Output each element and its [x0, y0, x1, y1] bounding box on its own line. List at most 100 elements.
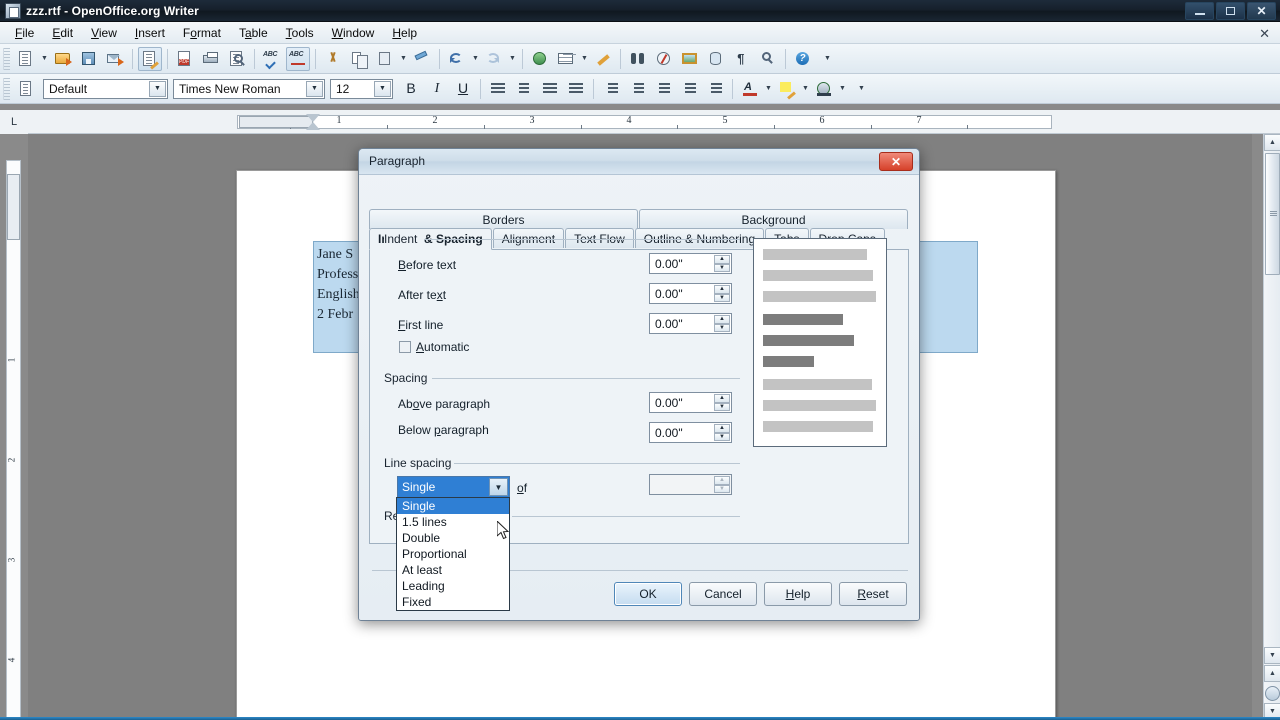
unordered-list-icon[interactable] — [625, 77, 649, 101]
tab-stop-selector[interactable]: L — [0, 110, 28, 134]
dropdown-option-fixed[interactable]: Fixed — [397, 594, 509, 610]
tab-borders[interactable]: Borders — [369, 209, 638, 229]
autospellcheck-icon[interactable]: ABC — [286, 47, 310, 71]
dropdown-option-leading[interactable]: Leading — [397, 578, 509, 594]
dropdown-option-at-least[interactable]: At least — [397, 562, 509, 578]
after-text-down-icon[interactable]: ▼ — [714, 294, 730, 303]
first-line-indent-marker[interactable] — [306, 114, 320, 122]
italic-button[interactable]: I — [425, 77, 449, 101]
new-document-icon[interactable] — [14, 47, 38, 71]
new-document-dropdown-icon[interactable]: ▼ — [39, 47, 50, 71]
first-line-down-icon[interactable]: ▼ — [714, 324, 730, 333]
navigator-icon[interactable] — [652, 47, 676, 71]
background-color-dropdown-icon[interactable]: ▼ — [837, 77, 848, 101]
print-preview-icon[interactable] — [225, 47, 249, 71]
help-button[interactable]: Help — [764, 582, 832, 606]
dropdown-option-1-5-lines[interactable]: 1.5 lines — [397, 514, 509, 530]
open-icon[interactable] — [51, 47, 75, 71]
zoom-icon[interactable] — [756, 47, 780, 71]
tab-outline-and-numbering[interactable]: Outline & Numbering — [635, 228, 764, 248]
menu-table[interactable]: Table — [230, 23, 277, 43]
navigation-button[interactable] — [1265, 686, 1280, 701]
scrollbar-thumb[interactable] — [1265, 153, 1280, 275]
email-icon[interactable] — [103, 47, 127, 71]
first-line-spinner[interactable]: 0.00" ▲▼ — [649, 313, 732, 334]
cut-icon[interactable] — [321, 47, 345, 71]
decrease-indent-icon[interactable] — [651, 77, 675, 101]
below-paragraph-up-icon[interactable]: ▲ — [714, 424, 730, 433]
close-document-button[interactable]: ✕ — [1259, 26, 1270, 42]
table-dropdown-icon[interactable]: ▼ — [579, 47, 590, 71]
automatic-checkbox[interactable] — [399, 341, 411, 353]
paragraph-style-combo[interactable]: Default ▼ — [43, 79, 168, 99]
line-spacing-dropdown-icon[interactable]: ▼ — [489, 478, 508, 496]
undo-dropdown-icon[interactable]: ▼ — [470, 47, 481, 71]
align-left-icon[interactable] — [486, 77, 510, 101]
line-spacing-of-up-icon[interactable]: ▲ — [714, 476, 730, 485]
tab-text-flow[interactable]: Text Flow — [565, 228, 634, 248]
clone-formatting-icon[interactable] — [410, 47, 434, 71]
align-center-icon[interactable] — [512, 77, 536, 101]
line-spacing-of-spinner[interactable]: ▲▼ — [649, 474, 732, 495]
after-text-spinner[interactable]: 0.00" ▲▼ — [649, 283, 732, 304]
export-pdf-icon[interactable] — [173, 47, 197, 71]
undo-icon[interactable] — [445, 47, 469, 71]
hyperlink-icon[interactable] — [528, 47, 552, 71]
menu-view[interactable]: View — [82, 23, 126, 43]
scroll-down-button[interactable]: ▼ — [1264, 647, 1280, 664]
menu-edit[interactable]: Edit — [43, 23, 82, 43]
tab-background[interactable]: Background — [639, 209, 908, 229]
below-paragraph-spinner[interactable]: 0.00" ▲▼ — [649, 422, 732, 443]
below-paragraph-down-icon[interactable]: ▼ — [714, 433, 730, 442]
indent-extra-icon[interactable] — [703, 77, 727, 101]
above-paragraph-up-icon[interactable]: ▲ — [714, 394, 730, 403]
before-text-up-icon[interactable]: ▲ — [714, 255, 730, 264]
vertical-scrollbar[interactable]: ▲ ▼ ▲ ▼ — [1263, 134, 1280, 720]
scroll-up-button[interactable]: ▲ — [1264, 134, 1280, 151]
formatting-marks-icon[interactable]: ¶ — [730, 47, 754, 71]
data-sources-icon[interactable] — [704, 47, 728, 71]
save-icon[interactable] — [77, 47, 101, 71]
vertical-ruler[interactable]: 1 2 3 4 — [6, 160, 21, 720]
find-replace-icon[interactable] — [626, 47, 650, 71]
ok-button[interactable]: OK — [614, 582, 682, 606]
menu-help[interactable]: Help — [383, 23, 426, 43]
menu-format[interactable]: Format — [174, 23, 230, 43]
tab-alignment[interactable]: Alignment — [493, 228, 564, 248]
help-icon[interactable]: ? — [791, 47, 815, 71]
spelling-icon[interactable]: ABC — [260, 47, 284, 71]
increase-indent-icon[interactable] — [677, 77, 701, 101]
edit-file-icon[interactable] — [138, 47, 162, 71]
menu-tools[interactable]: Tools — [277, 23, 323, 43]
font-color-icon[interactable]: A — [738, 77, 762, 101]
table-icon[interactable] — [554, 47, 578, 71]
dropdown-option-single[interactable]: Single — [397, 498, 509, 514]
before-text-down-icon[interactable]: ▼ — [714, 264, 730, 273]
copy-icon[interactable] — [347, 47, 371, 71]
highlighting-icon[interactable] — [775, 77, 799, 101]
above-paragraph-down-icon[interactable]: ▼ — [714, 403, 730, 412]
gallery-icon[interactable] — [678, 47, 702, 71]
highlighting-dropdown-icon[interactable]: ▼ — [800, 77, 811, 101]
paragraph-style-dropdown-icon[interactable]: ▼ — [149, 81, 166, 97]
apply-style-icon[interactable] — [14, 77, 38, 101]
line-spacing-of-down-icon[interactable]: ▼ — [714, 485, 730, 494]
align-right-icon[interactable] — [538, 77, 562, 101]
font-color-dropdown-icon[interactable]: ▼ — [763, 77, 774, 101]
font-size-combo[interactable]: 12 ▼ — [330, 79, 393, 99]
dialog-close-button[interactable]: ✕ — [879, 152, 913, 171]
minimize-button[interactable] — [1185, 2, 1214, 20]
font-size-dropdown-icon[interactable]: ▼ — [374, 81, 391, 97]
ruler-track[interactable]: 1 2 3 4 5 6 7 — [237, 115, 1052, 129]
menu-file[interactable]: File — [6, 23, 43, 43]
above-paragraph-spinner[interactable]: 0.00" ▲▼ — [649, 392, 732, 413]
after-text-up-icon[interactable]: ▲ — [714, 285, 730, 294]
line-spacing-combo[interactable]: Single ▼ — [397, 476, 510, 498]
bold-button[interactable]: B — [399, 77, 423, 101]
menu-insert[interactable]: Insert — [126, 23, 174, 43]
dropdown-option-proportional[interactable]: Proportional — [397, 546, 509, 562]
dropdown-option-double[interactable]: Double — [397, 530, 509, 546]
cancel-button[interactable]: Cancel — [689, 582, 757, 606]
before-text-spinner[interactable]: 0.00" ▲▼ — [649, 253, 732, 274]
font-name-dropdown-icon[interactable]: ▼ — [306, 81, 323, 97]
